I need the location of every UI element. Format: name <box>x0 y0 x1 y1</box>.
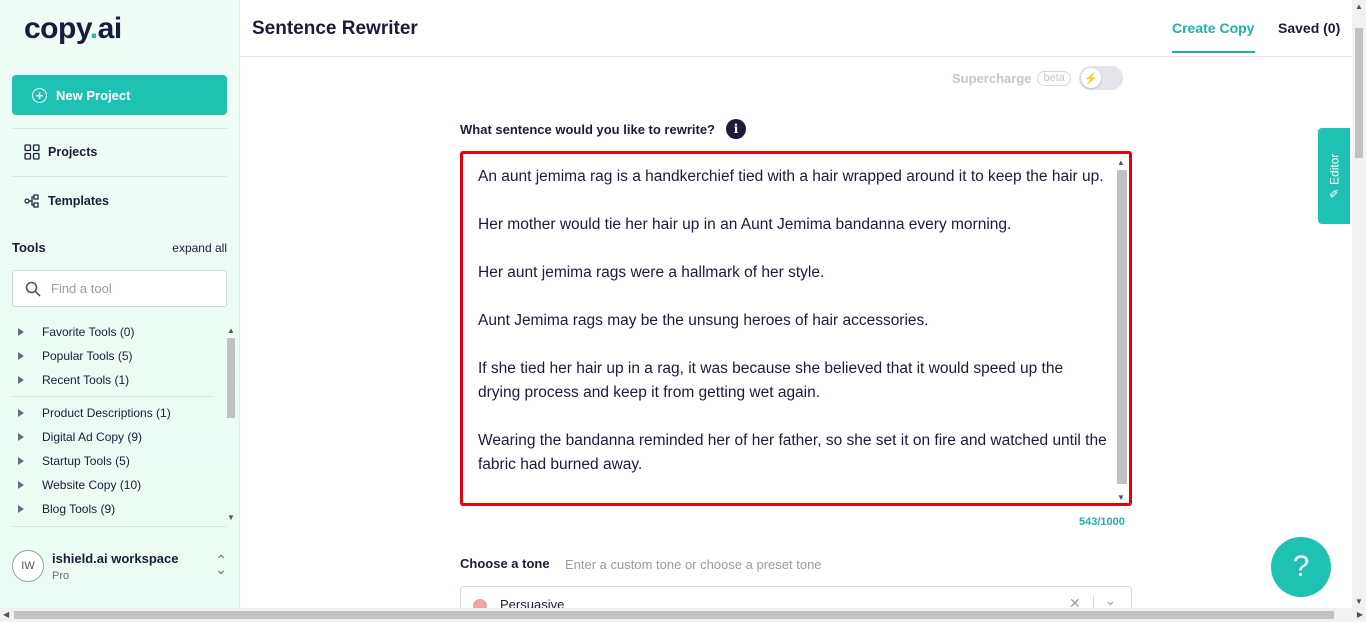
tool-group-recent[interactable]: Recent Tools (1) <box>12 368 224 392</box>
caret-right-icon <box>18 481 24 489</box>
divider <box>12 396 212 397</box>
sentence-textarea[interactable]: An aunt jemima rag is a handkerchief tie… <box>460 151 1132 506</box>
logo-dot: . <box>89 12 98 45</box>
tools-title: Tools <box>12 240 46 255</box>
help-button[interactable]: ? <box>1271 537 1331 597</box>
workspace-switcher[interactable]: IW ishield.ai workspace Pro ⌃ ⌄ <box>12 550 227 582</box>
sidebar-item-label: Projects <box>48 145 98 159</box>
chevron-down-icon[interactable]: ⌄ <box>1105 593 1116 609</box>
divider <box>12 526 227 527</box>
tool-group-label: Product Descriptions (1) <box>42 406 171 420</box>
tool-group-startup-tools[interactable]: Startup Tools (5) <box>12 449 224 473</box>
grid-icon <box>24 144 40 160</box>
tool-group-favorite[interactable]: Favorite Tools (0) <box>12 320 224 344</box>
scroll-left-icon[interactable]: ◀ <box>3 610 9 619</box>
tool-group-website-copy[interactable]: Website Copy (10) <box>12 473 224 497</box>
copyai-logo[interactable]: copy.ai <box>24 12 122 46</box>
scroll-up-icon[interactable]: ▲ <box>1117 158 1125 167</box>
tool-group-digital-ad-copy[interactable]: Digital Ad Copy (9) <box>12 425 224 449</box>
caret-right-icon <box>18 457 24 465</box>
editor-tab-label: ✎ Editor <box>1327 153 1341 199</box>
tool-group-blog-tools[interactable]: Blog Tools (9) <box>12 497 224 521</box>
page-vertical-scrollbar[interactable]: ▲ ▼ <box>1352 0 1366 608</box>
divider <box>12 176 227 177</box>
sidebar: copy.ai + New Project Projects Templates… <box>0 0 240 608</box>
caret-right-icon <box>18 433 24 441</box>
editor-tab[interactable]: ✎ Editor <box>1318 128 1350 224</box>
workspace-plan: Pro <box>52 569 70 582</box>
tool-list-scrollbar[interactable]: ▲ ▼ <box>225 326 237 522</box>
character-counter: 543/1000 <box>1079 516 1125 528</box>
tool-group-label: Recent Tools (1) <box>42 373 130 387</box>
text-paragraph: If she tied her hair up in a rag, it was… <box>478 360 1064 401</box>
scrollbar-thumb[interactable] <box>227 338 235 418</box>
caret-right-icon <box>18 409 24 417</box>
search-icon <box>25 281 41 297</box>
tab-saved[interactable]: Saved (0) <box>1278 20 1340 36</box>
tool-group-label: Startup Tools (5) <box>42 454 130 468</box>
text-paragraph: Her mother would tie her hair up in an A… <box>478 216 1012 233</box>
new-project-label: New Project <box>56 87 131 103</box>
sidebar-item-projects[interactable]: Projects <box>24 144 97 160</box>
textarea-scrollbar[interactable]: ▲ ▼ <box>1115 158 1127 502</box>
tool-group-popular[interactable]: Popular Tools (5) <box>12 344 224 368</box>
tool-group-product-descriptions[interactable]: Product Descriptions (1) <box>12 401 224 425</box>
tab-create-copy[interactable]: Create Copy <box>1172 20 1254 36</box>
scroll-down-icon[interactable]: ▼ <box>1117 493 1125 502</box>
top-header: Sentence Rewriter Create Copy Saved (0) <box>240 0 1352 57</box>
page-title: Sentence Rewriter <box>252 18 418 39</box>
expand-all-link[interactable]: expand all <box>172 241 227 255</box>
workspace-name: ishield.ai workspace <box>52 550 179 566</box>
caret-right-icon <box>18 505 24 513</box>
scrollbar-thumb[interactable] <box>1117 170 1127 484</box>
text-paragraph: Aunt Jemima rags may be the unsung heroe… <box>478 312 929 329</box>
sidebar-item-label: Templates <box>48 194 109 208</box>
scrollbar-thumb[interactable] <box>1355 28 1363 158</box>
tone-label: Choose a tone <box>460 556 550 571</box>
tool-group-label: Website Copy (10) <box>42 478 142 492</box>
caret-right-icon <box>18 352 24 360</box>
supercharge-toggle[interactable]: ⚡ <box>1078 66 1123 90</box>
textarea-content[interactable]: An aunt jemima rag is a handkerchief tie… <box>478 165 1108 477</box>
tool-group-label: Popular Tools (5) <box>42 349 133 363</box>
templates-icon <box>24 194 39 208</box>
search-input[interactable] <box>51 281 201 296</box>
chevron-up-down-icon: ⌃ ⌄ <box>215 552 227 577</box>
beta-badge: beta <box>1037 70 1071 86</box>
caret-right-icon <box>18 376 24 384</box>
scroll-up-icon[interactable]: ▲ <box>1355 2 1363 11</box>
divider <box>12 128 227 129</box>
text-paragraph: Wearing the bandanna reminded her of her… <box>478 432 1107 473</box>
scroll-up-icon[interactable]: ▲ <box>227 326 235 335</box>
text-paragraph: Her aunt jemima rags were a hallmark of … <box>478 264 825 281</box>
scroll-down-icon[interactable]: ▼ <box>1355 597 1363 606</box>
page-horizontal-scrollbar[interactable]: ◀ ▶ <box>0 608 1366 622</box>
scroll-down-icon[interactable]: ▼ <box>227 513 235 522</box>
scrollbar-thumb[interactable] <box>14 611 1334 619</box>
avatar: IW <box>12 550 44 582</box>
caret-right-icon <box>18 328 24 336</box>
sidebar-item-templates[interactable]: Templates <box>24 193 109 209</box>
text-paragraph: An aunt jemima rag is a handkerchief tie… <box>478 168 1104 185</box>
sentence-question: What sentence would you like to rewrite?… <box>460 119 746 139</box>
lightning-icon: ⚡ <box>1080 68 1101 88</box>
tool-group-label: Blog Tools (9) <box>42 502 116 516</box>
supercharge-control: Supercharge beta ⚡ <box>952 66 1123 90</box>
info-icon[interactable]: i <box>726 119 746 139</box>
question-label: What sentence would you like to rewrite? <box>460 121 715 137</box>
tone-hint: Enter a custom tone or choose a preset t… <box>565 557 822 572</box>
tool-list: Favorite Tools (0) Popular Tools (5) Rec… <box>12 320 224 525</box>
logo-text: copy <box>24 12 90 45</box>
tool-group-label: Digital Ad Copy (9) <box>42 430 143 444</box>
plus-circle-icon: + <box>32 87 47 103</box>
scroll-right-icon[interactable]: ▶ <box>1357 610 1363 619</box>
tool-group-label: Favorite Tools (0) <box>42 325 135 339</box>
supercharge-label: Supercharge <box>952 70 1032 86</box>
logo-suffix: ai <box>97 12 123 45</box>
new-project-button[interactable]: + New Project <box>12 75 227 115</box>
active-tab-indicator <box>1172 51 1255 53</box>
tools-header: Tools expand all <box>12 240 227 255</box>
tool-search[interactable] <box>12 270 227 307</box>
